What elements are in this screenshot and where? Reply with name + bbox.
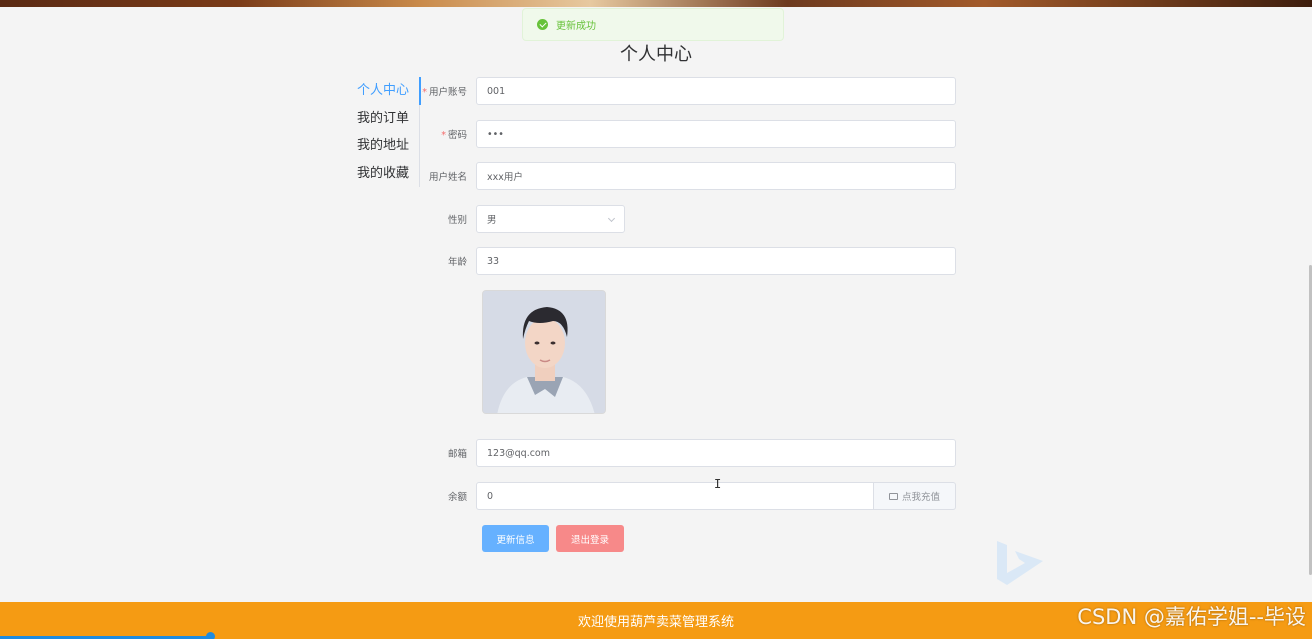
chevron-down-icon [607, 214, 616, 223]
age-label: 年龄 [447, 257, 467, 268]
gender-select[interactable]: 男 [476, 205, 625, 233]
account-label-text: 用户账号 [428, 87, 467, 98]
name-input[interactable]: xxx用户 [476, 162, 956, 190]
side-menu-item-favorites[interactable]: 我的收藏 [340, 160, 419, 188]
side-menu-item-addresses[interactable]: 我的地址 [340, 132, 419, 160]
avatar-photo [483, 291, 605, 413]
password-label-text: 密码 [447, 130, 467, 141]
page: 更新成功 个人中心 个人中心 我的订单 我的地址 我的收藏 * 用户账号 001 … [0, 0, 1312, 639]
gender-label: 性别 [447, 215, 467, 226]
required-mark: * [441, 130, 446, 141]
success-toast: 更新成功 [522, 8, 784, 41]
page-title: 个人中心 [620, 44, 692, 65]
side-menu-item-orders[interactable]: 我的订单 [340, 105, 419, 133]
side-menu: 个人中心 我的订单 我的地址 我的收藏 [340, 77, 421, 188]
logout-button[interactable]: 退出登录 [556, 525, 624, 552]
banner-image-strip [0, 0, 1312, 7]
side-menu-item-profile[interactable]: 个人中心 [340, 77, 421, 105]
balance-input[interactable]: 0 [476, 482, 874, 510]
form-row-account: * 用户账号 001 [420, 77, 956, 105]
account-input[interactable]: 001 [476, 77, 956, 105]
recharge-button[interactable]: 点我充值 [874, 482, 956, 510]
form-row-age: 年龄 33 [420, 247, 956, 275]
footer-text: 欢迎使用葫芦卖菜管理系统 [577, 615, 734, 630]
form-row-password: * 密码 ••• [420, 120, 956, 148]
update-info-button[interactable]: 更新信息 [482, 525, 549, 552]
video-progress-handle[interactable] [205, 632, 215, 639]
balance-label: 余额 [447, 492, 467, 503]
age-input[interactable]: 33 [476, 247, 956, 275]
email-label: 邮箱 [447, 449, 467, 460]
form-row-balance: 余额 0 点我充值 [420, 482, 956, 510]
success-check-icon [537, 19, 548, 30]
bing-logo-icon [997, 541, 1043, 585]
password-input[interactable]: ••• [476, 120, 956, 148]
watermark: CSDN @嘉佑学姐--毕设 [1077, 605, 1306, 629]
email-input[interactable]: 123@qq.com [476, 439, 956, 467]
toast-message: 更新成功 [556, 21, 596, 32]
recharge-label: 点我充值 [901, 492, 940, 503]
text-cursor-icon: I [714, 477, 722, 491]
scrollbar[interactable] [1308, 0, 1312, 639]
account-label: * 用户账号 [420, 84, 476, 98]
required-mark: * [422, 87, 427, 98]
avatar-upload[interactable] [482, 290, 606, 414]
password-label: * 密码 [420, 127, 476, 141]
wallet-icon [888, 492, 898, 500]
gender-select-value: 男 [487, 215, 497, 226]
name-label: 用户姓名 [428, 172, 467, 183]
form-row-email: 邮箱 123@qq.com [420, 439, 956, 467]
form-row-gender: 性别 男 [420, 205, 625, 233]
form-row-name: 用户姓名 xxx用户 [420, 162, 956, 190]
